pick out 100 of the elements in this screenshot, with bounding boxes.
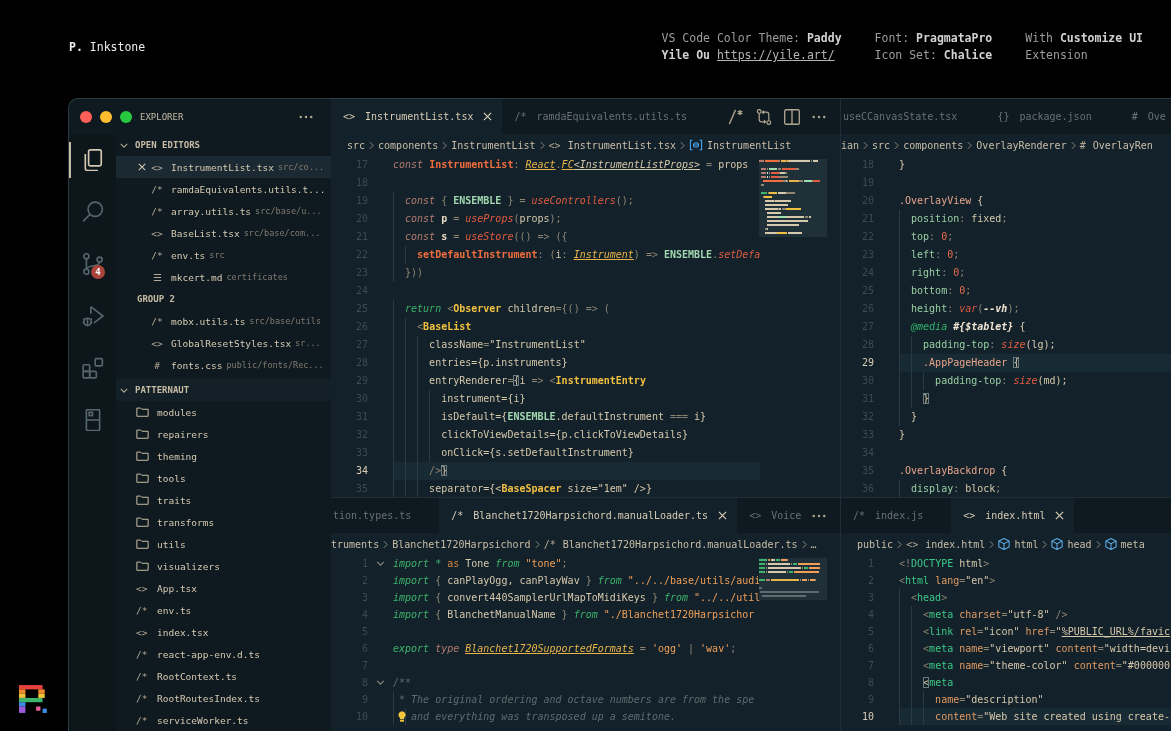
breadcrumb[interactable]: meta [1104,538,1145,550]
compare-icon[interactable] [756,108,772,125]
tree-item[interactable]: traits [116,489,331,511]
source-control-icon[interactable] [81,253,104,275]
tree-item[interactable]: <> index.tsx [116,621,331,643]
tree-item[interactable]: visualizers [116,555,331,577]
search-icon[interactable] [81,201,104,223]
lightbulb-icon[interactable] [398,711,406,722]
tree-item[interactable]: tools [116,467,331,489]
tree-item[interactable]: transforms [116,511,331,533]
tree-item[interactable]: /* RootContext.ts [116,665,331,687]
tree-item[interactable]: theming [116,445,331,467]
breadcrumb[interactable]: # OverlayRen [1079,139,1153,151]
breadcrumb[interactable]: components [903,139,964,151]
tree-item[interactable]: /* react-app-env.d.ts [116,643,331,665]
extensions-icon[interactable] [81,357,104,379]
minimap-drawing[interactable] [759,558,827,600]
editor-tab[interactable]: <> index.html [951,498,1075,533]
open-editor-item[interactable]: /* mobx.utils.ts src/base/utils [116,310,331,332]
tree-item[interactable]: /* serviceWorker.ts [116,709,331,731]
breadcrumb[interactable]: InstrumentList [451,139,536,151]
more-icon[interactable] [299,114,313,119]
breadcrumb[interactable]: /* Blanchet1720Harpsichord.manualLoader.ts [543,538,798,550]
breadcrumb[interactable]: ian [841,139,860,151]
website-link[interactable]: https://yile.art/ [716,48,835,62]
editor-tab[interactable]: tion.types.ts [331,498,440,533]
editor-tab[interactable]: {} package.json [985,99,1120,134]
open-editor-item[interactable]: /* env.ts src [116,244,331,266]
tree-item[interactable]: <> App.tsx [116,577,331,599]
close-icon[interactable] [1055,511,1065,520]
tree-item[interactable]: /* env.ts [116,599,331,621]
code-line: const InstrumentList: React.FC<InstrumentListProps> = props [393,158,749,172]
file-type-icon: /* [136,670,150,682]
author-name: Yile Ou [661,48,710,62]
open-editor-item[interactable]: /* array.utils.ts src/base/u... [116,200,331,222]
file-type-icon: <> [548,139,561,151]
editor-tab[interactable]: /* Blanchet1720Harpsichord.manualLoader.ts [439,498,738,533]
pixel-logo-icon [19,685,49,713]
open-editor-item[interactable]: # fonts.css public/fonts/Rec... [116,354,331,376]
breadcrumb[interactable]: src [347,139,366,151]
chevron-icon [539,140,545,150]
minimap-drawing[interactable] [759,159,827,237]
code-line: import { convert440SamplerUrlMapToMidiKeys } from "../../util [393,591,761,605]
editor-tab[interactable]: useCCanvasState.tsx [841,99,986,134]
breadcrumb[interactable]: public [857,538,894,550]
breadcrumb[interactable]: InstrumentList [689,139,792,151]
run-debug-icon[interactable] [81,305,104,327]
file-type-icon: /* [136,604,150,616]
slash-star-icon[interactable] [728,108,744,125]
split-editor-icon[interactable] [784,108,800,125]
file-type-icon: /* [543,538,556,550]
open-editor-item[interactable]: <> InstrumentList.tsx src/co... [116,156,331,178]
file-type-icon: /* [136,714,150,726]
window-minimize-button[interactable] [100,110,112,123]
file-type-icon: {} [997,111,1010,122]
file-type-icon: # [1131,111,1138,122]
file-type-icon: /* [451,510,464,521]
editor-tab[interactable]: # Ove [1119,99,1166,134]
close-icon[interactable] [138,163,146,171]
tree-item[interactable]: repairers [116,423,331,445]
file-type-icon: <> [136,626,150,638]
more-icon[interactable] [812,513,826,518]
editor-tab[interactable]: <> InstrumentList.tsx [331,99,503,134]
breadcrumb[interactable]: OverlayRenderer [976,139,1067,151]
editor-tab[interactable]: /* ramdaEquivalents.utils.ts [502,99,687,134]
chevron-icon [680,140,685,150]
editor-tab[interactable]: <> Voice [737,498,802,533]
close-icon[interactable] [483,112,493,121]
breadcrumb[interactable]: head [1051,538,1092,550]
window-zoom-button[interactable] [120,110,132,123]
more-icon[interactable] [812,114,826,119]
tree-item[interactable]: modules [116,401,331,423]
folder-icon [136,539,149,549]
fold-chevron-icon[interactable] [376,680,385,685]
cube-icon [998,538,1011,550]
breadcrumb[interactable]: components [378,139,439,151]
window-close-button[interactable] [80,110,92,123]
open-editor-item[interactable]: /* ramdaEquivalents.utils.t... [116,178,331,200]
breadcrumb[interactable]: <> InstrumentList.tsx [548,139,676,151]
open-editor-item[interactable]: <> GlobalResetStyles.tsx sr... [116,332,331,354]
section-header[interactable]: OPEN EDITORS [116,134,331,156]
breadcrumb[interactable]: html [998,538,1039,550]
close-icon[interactable] [718,511,728,520]
section-header[interactable]: PATTERNAUT [116,379,331,401]
file-type-icon: /* [853,510,866,521]
tree-item[interactable]: utils [116,533,331,555]
breadcrumb[interactable]: Blanchet1720Harpsichord [392,538,531,550]
tree-item[interactable]: /* RootRoutesIndex.ts [116,687,331,709]
breadcrumb[interactable]: truments [331,538,380,550]
credit-text: With Customize UI [1025,30,1143,47]
breadcrumb[interactable]: src [872,139,891,151]
code-line: <html lang="en"> [899,574,996,588]
open-editor-item[interactable]: ☰ mkcert.md certificates [116,266,331,288]
breadcrumb[interactable]: … [810,538,817,550]
line-number: 34 [354,464,368,478]
open-editor-item[interactable]: <> BaseList.tsx src/base/com... [116,222,331,244]
files-icon[interactable] [81,149,104,171]
fold-chevron-icon[interactable] [376,561,385,566]
breadcrumb[interactable]: <> index.html [906,538,986,550]
editor-tab[interactable]: /* index.js [841,498,952,533]
